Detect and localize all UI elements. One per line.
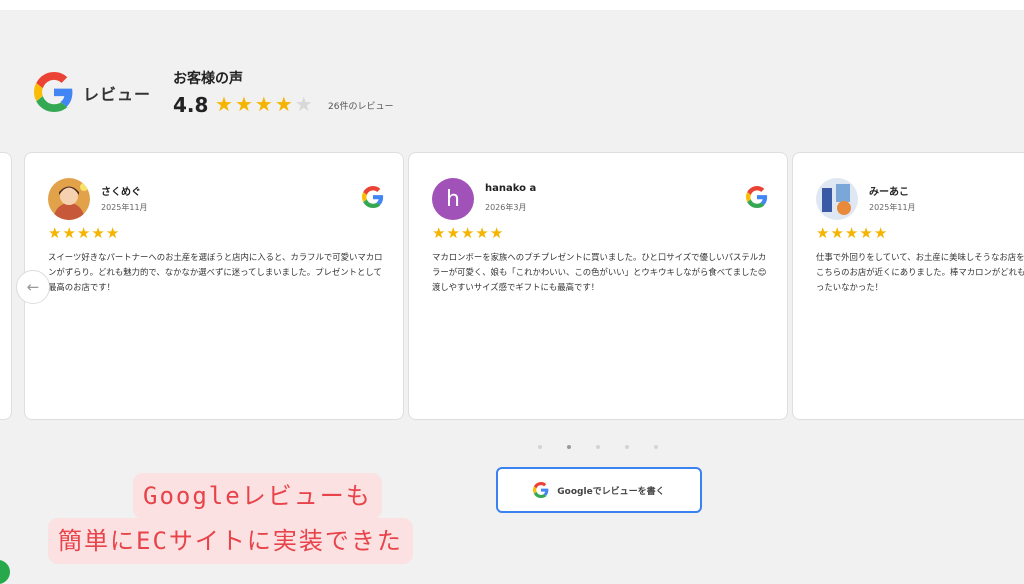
review-text: マカロンボーを家族へのプチプレゼントに買いました。ひと口サイズで優しいパステルカ… xyxy=(432,252,767,292)
caption-line-2: 簡単にECサイトに実装できた xyxy=(48,518,413,564)
top-band xyxy=(0,0,1024,10)
review-text: スイーツ好きなパートナーへのお土産を選ぼうと店内に入ると、カラフルで可愛いマカロ… xyxy=(48,252,383,292)
review-card: h hanako a 2026年3月 ★ ★ ★ ★ ★ マカロンボーを家族への… xyxy=(408,152,788,420)
carousel-dot[interactable] xyxy=(596,445,600,449)
review-count: 26件のレビュー xyxy=(328,102,394,112)
star-icon: ★ xyxy=(48,224,62,242)
reviewer-name: さくめぐ xyxy=(101,187,141,198)
review-text: 仕事で外回りをしていて、お土産に美味しそうなお店をGoogleマップで探していた… xyxy=(816,252,1024,292)
star-icon: ★ xyxy=(105,224,120,242)
star-icon: ★ xyxy=(816,224,830,242)
caption-line-1: Googleレビューも xyxy=(133,473,382,519)
google-icon xyxy=(362,186,384,208)
review-date: 2025年11月 xyxy=(869,203,916,212)
star-icon: ★ xyxy=(446,224,460,242)
star-icon: ★ xyxy=(234,92,253,116)
carousel-dot[interactable] xyxy=(654,445,658,449)
review-carousel: さくめぐ 2025年11月 ★ ★ ★ ★ ★ スイーツ好きなパートナーへのお土… xyxy=(0,150,1024,425)
star-icon: ★ xyxy=(432,224,446,242)
avatar xyxy=(48,178,90,220)
review-stars: ★ ★ ★ ★ ★ xyxy=(48,226,119,241)
review-date: 2026年3月 xyxy=(485,203,527,212)
avatar: h xyxy=(432,178,474,220)
star-icon: ★ xyxy=(844,224,859,242)
carousel-dot[interactable] xyxy=(538,445,542,449)
carousel-dot[interactable] xyxy=(625,445,629,449)
review-card-partial xyxy=(0,152,12,420)
star-icon: ★ xyxy=(460,224,475,242)
star-icon: ★ xyxy=(215,92,233,116)
reviewer-name: hanako a xyxy=(485,183,537,194)
star-icon: ★ xyxy=(254,92,273,116)
corner-decoration xyxy=(0,560,10,584)
star-icon: ★ xyxy=(91,224,105,242)
average-rating: 4.8 xyxy=(173,93,209,117)
star-icon: ★ xyxy=(274,92,293,116)
review-stars: ★ ★ ★ ★ ★ xyxy=(432,226,503,241)
star-icon: ★ xyxy=(489,224,504,242)
arrow-left-icon: ← xyxy=(26,278,40,296)
google-icon xyxy=(533,482,549,498)
reviewer-name: みーあこ xyxy=(869,187,909,198)
star-icon: ★ xyxy=(830,224,844,242)
brand-label: レビュー xyxy=(83,85,152,104)
star-icon: ★ xyxy=(859,224,873,242)
star-icon: ★ xyxy=(873,224,888,242)
google-icon xyxy=(746,186,768,208)
avatar xyxy=(816,178,858,220)
review-date: 2025年11月 xyxy=(101,203,148,212)
review-card: さくめぐ 2025年11月 ★ ★ ★ ★ ★ スイーツ好きなパートナーへのお土… xyxy=(24,152,404,420)
star-icon: ★ xyxy=(475,224,489,242)
average-rating-stars: ★ ★ ★ ★ ★ xyxy=(215,94,313,114)
google-logo-icon xyxy=(34,72,73,112)
star-icon: ★ xyxy=(76,224,91,242)
widget-title: お客様の声 xyxy=(173,71,243,87)
review-card: みーあこ 2025年11月 ★ ★ ★ ★ ★ 仕事で外回りをしていて、お土産に… xyxy=(792,152,1024,420)
write-review-button[interactable]: Googleでレビューを書く xyxy=(496,467,702,513)
star-empty-icon: ★ xyxy=(294,92,313,116)
write-review-label: Googleでレビューを書く xyxy=(557,486,665,497)
carousel-pagination xyxy=(538,445,658,449)
star-icon: ★ xyxy=(62,224,76,242)
carousel-dot-active[interactable] xyxy=(567,445,571,449)
carousel-prev-button[interactable]: ← xyxy=(16,270,50,304)
review-stars: ★ ★ ★ ★ ★ xyxy=(816,226,887,241)
